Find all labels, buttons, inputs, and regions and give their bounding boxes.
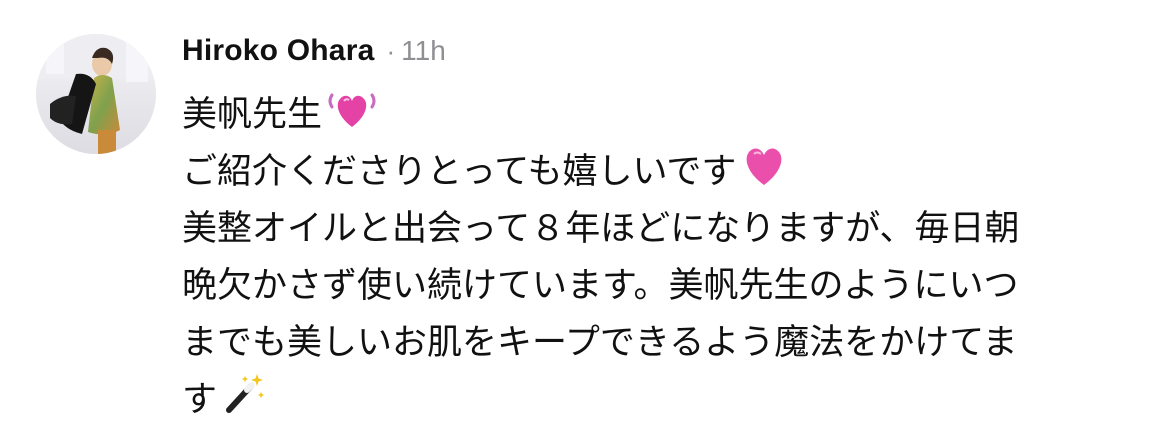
comment-body: 美帆先生 ご紹介くださりとっても嬉しいです 美整オイルと出会って８年ほどになりま… [182,86,1142,428]
magic-wand-icon [221,370,267,430]
avatar[interactable] [36,34,156,154]
comment-line: までも美しいお肌をキープできるよう魔法をかけてま [182,314,1142,371]
comment-line-text: までも美しいお肌をキープできるよう魔法をかけてま [182,322,1018,363]
pink-heart-icon [740,142,788,202]
comment-line: す [182,371,1142,428]
comment-line: ご紹介くださりとっても嬉しいです [182,143,1142,200]
timestamp[interactable]: 11h [401,35,446,67]
comment-line-text: 美帆先生 [182,94,323,135]
beating-heart-icon [326,85,378,145]
profile-photo-icon [36,34,156,154]
comment-line-text: 美整オイルと出会って８年ほどになりますが、毎日朝 [182,208,1020,249]
comment-line: 美整オイルと出会って８年ほどになりますが、毎日朝 [182,200,1142,257]
separator-dot: · [386,36,396,66]
comment-header: Hiroko Ohara · 11h [182,34,446,74]
comment-line-text: ご紹介くださりとっても嬉しいです [182,151,737,192]
comment-line-text: 晩欠かさず使い続けています。美帆先生のようにいつ [182,265,1019,306]
author-name[interactable]: Hiroko Ohara [182,34,374,68]
comment: Hiroko Ohara · 11h 美帆先生 ご紹介くださりとっても嬉しいです [0,0,1170,431]
comment-line: 晩欠かさず使い続けています。美帆先生のようにいつ [182,257,1142,314]
comment-line-text: す [182,379,218,420]
comment-line: 美帆先生 [182,86,1142,143]
